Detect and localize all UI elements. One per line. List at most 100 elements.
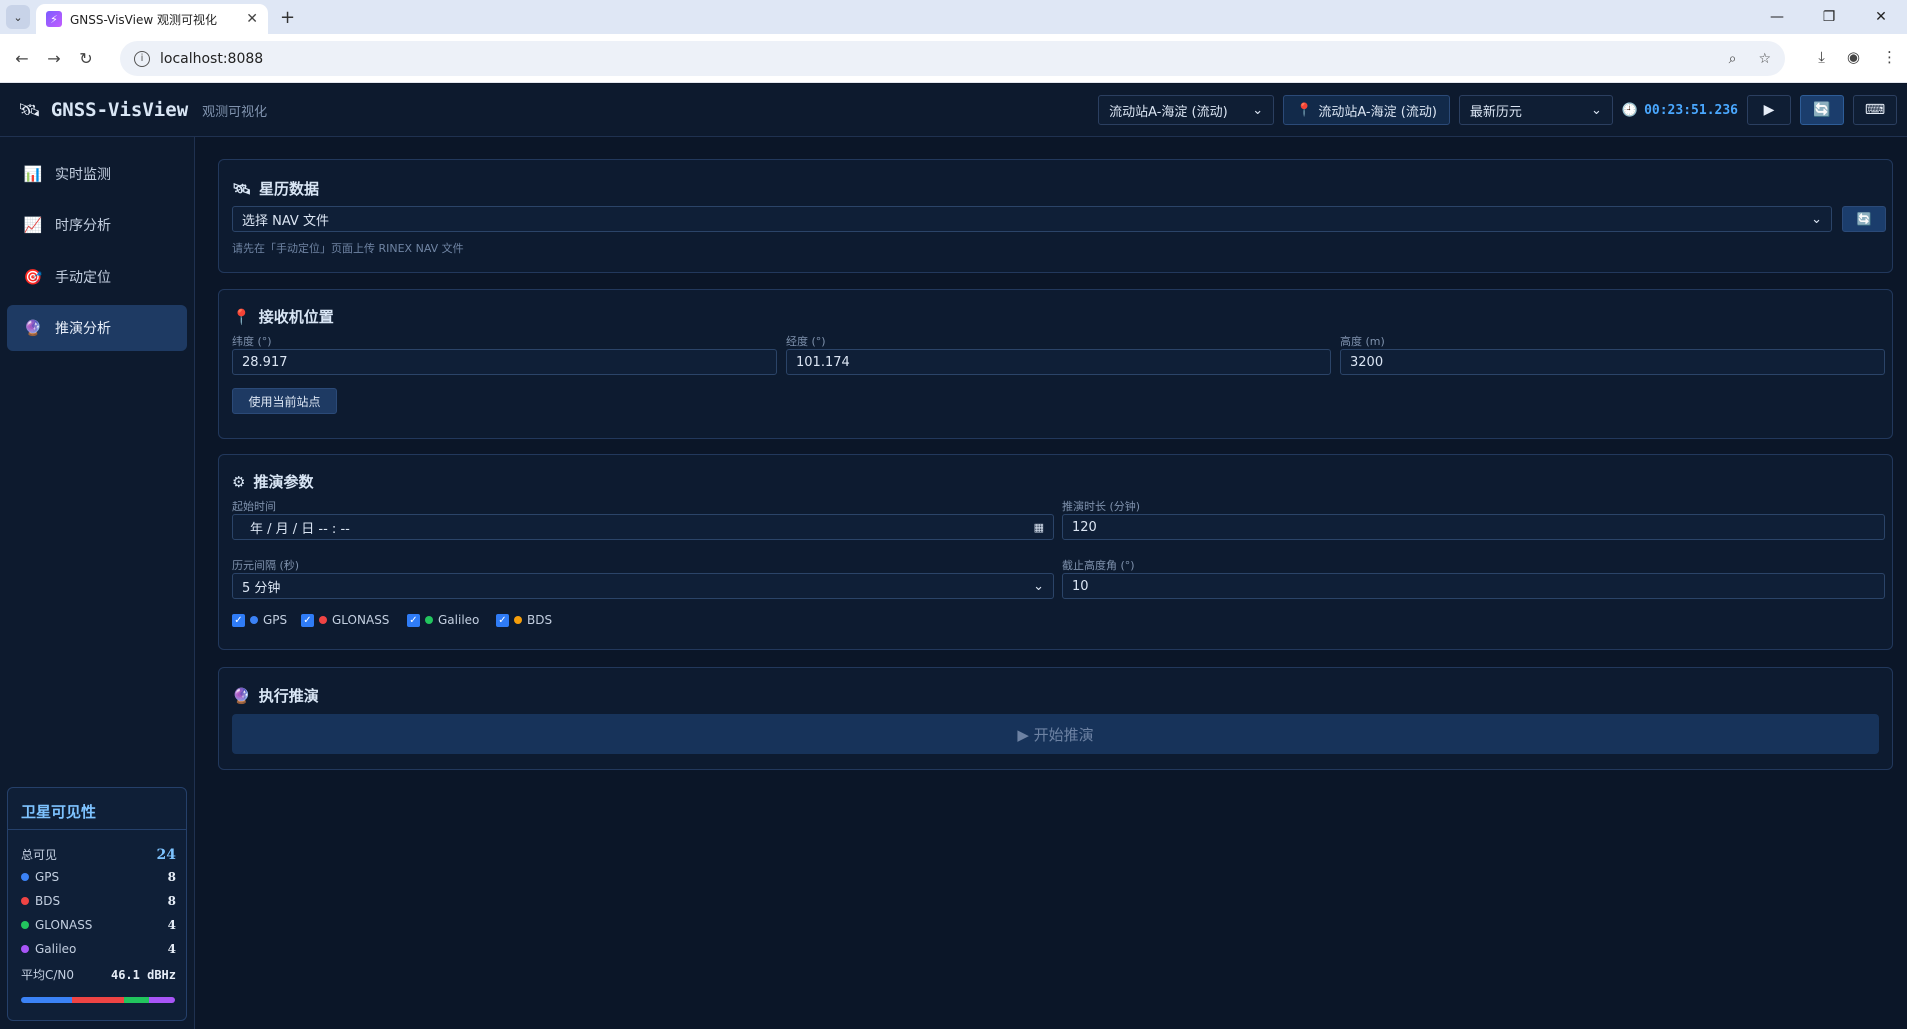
site-info-icon[interactable]: i	[134, 50, 150, 67]
checkbox-gps[interactable]: ✓ GPS	[232, 613, 287, 627]
sidebar-item-label: 手动定位	[55, 270, 111, 286]
satellite-icon: 🛰	[232, 179, 252, 198]
visibility-gps-row: GPS 8	[21, 870, 176, 884]
crystal-ball-icon: 🔮	[232, 686, 251, 705]
back-icon[interactable]: ←	[6, 49, 38, 68]
use-current-station-button[interactable]: 使用当前站点	[232, 388, 337, 414]
params-title-row: ⚙ 推演参数	[232, 471, 313, 492]
bookmark-star-icon[interactable]: ☆	[1758, 51, 1771, 67]
cutoff-input[interactable]: 10	[1062, 573, 1885, 599]
refresh-button[interactable]: 🔄	[1800, 95, 1844, 125]
chevron-down-icon: ⌄	[1252, 102, 1264, 118]
browser-tab[interactable]: ⚡ GNSS-VisView 观测可视化 ✕	[36, 4, 268, 34]
gps-dot-icon	[21, 873, 29, 881]
refresh-icon: 🔄	[1813, 102, 1831, 118]
checkbox-checked-icon[interactable]: ✓	[301, 613, 314, 627]
checkbox-checked-icon[interactable]: ✓	[407, 613, 420, 627]
visibility-distribution-bar	[21, 997, 175, 1003]
altitude-label: 高度 (m)	[1340, 335, 1385, 348]
start-time-value: 年 / 月 / 日 -- : --	[250, 521, 350, 537]
longitude-value: 101.174	[796, 354, 850, 370]
receiver-position-card: 📍 接收机位置 纬度 (°) 28.917 经度 (°) 101.174 高度 …	[218, 289, 1893, 439]
checkbox-glonass[interactable]: ✓ GLONASS	[301, 613, 389, 627]
interval-value: 5 分钟	[242, 580, 281, 596]
system-count: 8	[167, 894, 176, 908]
close-window-icon[interactable]: ✕	[1855, 9, 1907, 25]
longitude-label: 经度 (°)	[786, 335, 826, 348]
interval-select[interactable]: 5 分钟 ⌄	[232, 573, 1054, 599]
sidebar-item-realtime[interactable]: 📊 实时监测	[7, 151, 187, 197]
bar-segment-bds	[72, 997, 124, 1003]
total-label: 总可见	[21, 848, 58, 862]
checkbox-galileo[interactable]: ✓ Galileo	[407, 613, 479, 627]
sidebar-item-manual-positioning[interactable]: 🎯 手动定位	[7, 254, 187, 300]
execute-title: 执行推演	[258, 687, 319, 705]
galileo-dot-icon	[425, 616, 433, 624]
checkbox-checked-icon[interactable]: ✓	[496, 613, 509, 627]
altitude-value: 3200	[1350, 354, 1384, 370]
url-field[interactable]: i localhost:8088 ⌕ ☆	[120, 41, 1785, 76]
execute-card: 🔮 执行推演 ▶ 开始推演	[218, 667, 1893, 770]
bds-dot-icon	[21, 897, 29, 905]
latitude-value: 28.917	[242, 354, 288, 370]
sidebar-item-prediction[interactable]: 🔮 推演分析	[7, 305, 187, 351]
url-text: localhost:8088	[160, 50, 264, 67]
visibility-glonass-row: GLONASS 4	[21, 918, 176, 932]
target-icon: 🎯	[23, 268, 43, 286]
longitude-input[interactable]: 101.174	[786, 349, 1331, 375]
new-tab-button[interactable]: +	[280, 7, 295, 28]
reload-icon[interactable]: ↻	[70, 49, 102, 68]
sidebar-item-timeseries[interactable]: 📈 时序分析	[7, 202, 187, 248]
bar-segment-galileo	[149, 997, 175, 1003]
station-chip[interactable]: 📍 流动站A-海淀 (流动)	[1283, 95, 1450, 125]
bds-dot-icon	[514, 616, 522, 624]
sidebar-item-label: 实时监测	[55, 167, 111, 183]
download-icon[interactable]: ⤓	[1818, 48, 1825, 66]
satellite-visibility-panel: 卫星可见性 总可见 24 GPS 8 BDS 8 GLONASS 4 Galil…	[7, 787, 187, 1021]
system-name: BDS	[35, 894, 61, 908]
bar-segment-gps	[21, 997, 73, 1003]
refresh-nav-button[interactable]: 🔄	[1842, 206, 1886, 232]
minimize-icon[interactable]: —	[1751, 9, 1803, 25]
cn0-value: 46.1 dBHz	[110, 967, 176, 982]
crystal-ball-icon: 🔮	[23, 319, 43, 337]
restore-icon[interactable]: ❐	[1803, 9, 1855, 25]
duration-input[interactable]: 120	[1062, 514, 1885, 540]
calendar-icon[interactable]: ▦	[1034, 521, 1044, 534]
satellite-logo-icon: 🛰	[18, 99, 41, 121]
latitude-label: 纬度 (°)	[232, 335, 272, 348]
pin-icon: 📍	[1296, 102, 1313, 118]
start-prediction-button[interactable]: ▶ 开始推演	[232, 714, 1879, 754]
epoch-select[interactable]: 最新历元 ⌄	[1458, 95, 1613, 125]
system-name: GLONASS	[35, 918, 93, 932]
profile-icon[interactable]: ◉	[1847, 48, 1860, 66]
keyboard-button[interactable]: ⌨	[1853, 95, 1897, 125]
nav-file-select[interactable]: 选择 NAV 文件 ⌄	[232, 206, 1832, 232]
epoch-clock: 🕘 00:23:51.236	[1622, 103, 1738, 118]
chevron-down-icon: ⌄	[1033, 578, 1044, 594]
bar-segment-glonass	[123, 997, 150, 1003]
checkbox-label: GPS	[263, 613, 288, 627]
forward-icon[interactable]: →	[38, 49, 70, 68]
browser-tabbar: ⌄ ⚡ GNSS-VisView 观测可视化 ✕ + — ❐ ✕	[0, 0, 1907, 34]
app-name: GNSS-VisView	[50, 99, 189, 121]
play-button[interactable]: ▶	[1747, 95, 1791, 125]
altitude-input[interactable]: 3200	[1340, 349, 1885, 375]
app-subtitle: 观测可视化	[202, 104, 268, 120]
checkbox-checked-icon[interactable]: ✓	[232, 613, 245, 627]
station-select[interactable]: 流动站A-海淀 (流动) ⌄	[1098, 95, 1275, 125]
browser-menu-icon[interactable]: ⋮	[1882, 48, 1897, 66]
chevron-down-icon: ⌄	[1590, 102, 1602, 118]
cutoff-value: 10	[1072, 578, 1089, 594]
zoom-icon[interactable]: ⌕	[1729, 51, 1737, 67]
play-icon: ▶	[1763, 102, 1775, 118]
ephemeris-title-row: 🛰 星历数据	[232, 178, 319, 199]
close-tab-icon[interactable]: ✕	[246, 11, 258, 27]
total-value: 24	[156, 846, 176, 863]
tab-list-button[interactable]: ⌄	[6, 5, 30, 29]
ephemeris-hint: 请先在「手动定位」页面上传 RINEX NAV 文件	[232, 242, 464, 255]
start-time-input[interactable]: 年 / 月 / 日 -- : -- ▦	[232, 514, 1054, 540]
app-header: 🛰 GNSS-VisView 观测可视化 流动站A-海淀 (流动) ⌄ 📍 流动…	[0, 84, 1907, 137]
checkbox-bds[interactable]: ✓ BDS	[496, 613, 552, 627]
latitude-input[interactable]: 28.917	[232, 349, 777, 375]
